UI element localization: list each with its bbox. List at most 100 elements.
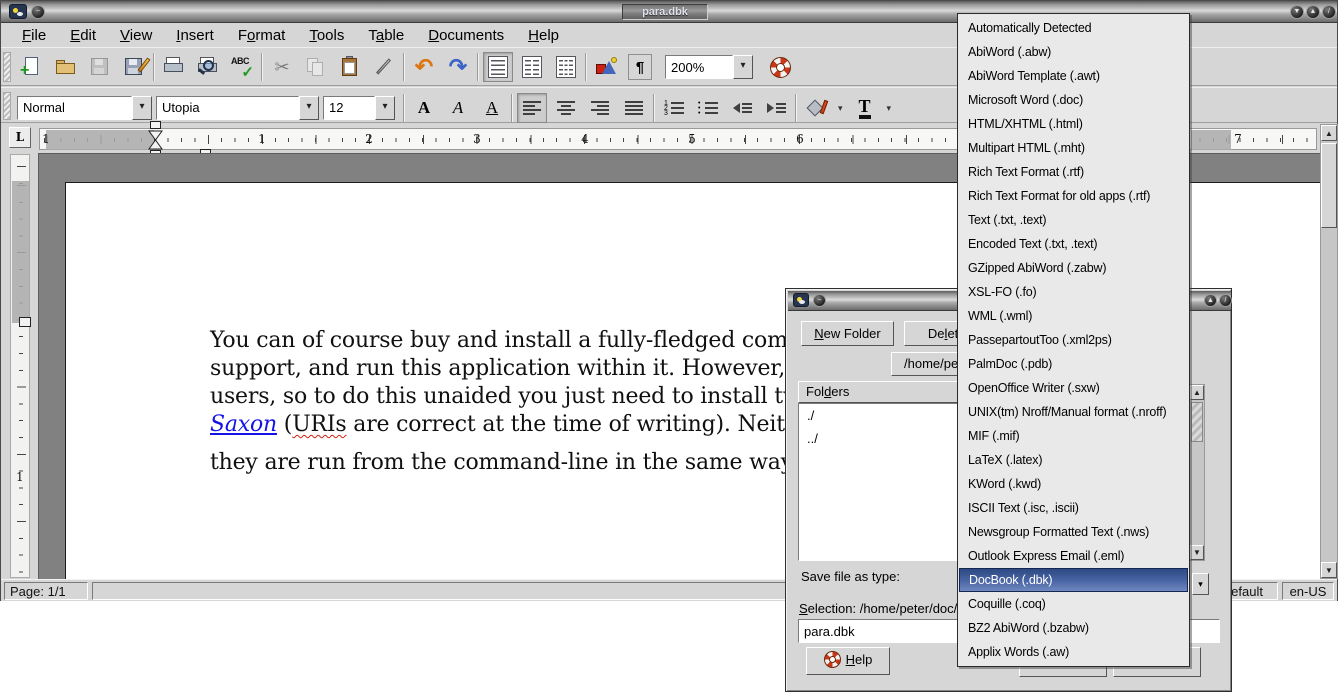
menu-item[interactable]: Insert [165, 25, 225, 46]
format-option[interactable]: Newsgroup Formatted Text (.nws) [959, 520, 1188, 544]
format-option[interactable]: PassepartoutToo (.xml2ps) [959, 328, 1188, 352]
view-three-columns-button[interactable] [551, 52, 581, 82]
scroll-down-icon[interactable]: ▼ [1321, 562, 1337, 578]
bold-button[interactable]: A [409, 93, 439, 123]
saxon-link[interactable]: Saxon [210, 412, 277, 437]
paste-button[interactable] [335, 52, 365, 82]
format-option[interactable]: OpenOffice Writer (.sxw) [959, 376, 1188, 400]
show-formatting-button[interactable]: ¶ [625, 52, 655, 82]
format-option[interactable]: Applix Words (.aw) [959, 640, 1188, 664]
align-justify-button[interactable] [619, 93, 649, 123]
save-as-button[interactable] [119, 52, 149, 82]
toolbar-drag-handle[interactable] [3, 92, 11, 120]
misspelled-word[interactable]: URIs [292, 412, 346, 437]
new-folder-button[interactable]: New Folder [801, 321, 894, 346]
format-option[interactable]: KWord (.kwd) [959, 472, 1188, 496]
pen-button[interactable] [369, 52, 399, 82]
format-option[interactable]: UNIX(tm) Nroff/Manual format (.nroff) [959, 400, 1188, 424]
underline-button[interactable]: A [477, 93, 507, 123]
menu-item[interactable]: Edit [59, 25, 107, 46]
tab-stop-selector[interactable]: L [9, 127, 31, 148]
menu-item[interactable]: Help [517, 25, 570, 46]
format-option[interactable]: Outlook Express Email (.eml) [959, 544, 1188, 568]
align-center-button[interactable] [551, 93, 581, 123]
format-option[interactable]: Automatically Detected [959, 16, 1188, 40]
font-size-dropdown-arrow-icon[interactable]: ▾ [375, 96, 395, 120]
format-option[interactable]: BZ2 AbiWord (.bzabw) [959, 616, 1188, 640]
format-option[interactable]: MIF (.mif) [959, 424, 1188, 448]
format-option[interactable]: Microsoft Word (.doc) [959, 88, 1188, 112]
toolbar-drag-handle[interactable] [3, 52, 11, 82]
format-option[interactable]: GZipped AbiWord (.zabw) [959, 256, 1188, 280]
menu-item[interactable]: Tools [298, 25, 355, 46]
format-option[interactable]: LaTeX (.latex) [959, 448, 1188, 472]
highlight-color-dropdown-icon[interactable]: ▾ [835, 103, 846, 114]
print-preview-button[interactable] [193, 52, 223, 82]
font-color-button[interactable]: T [850, 93, 880, 123]
format-option[interactable]: ISCII Text (.isc, .iscii) [959, 496, 1188, 520]
view-normal-button[interactable] [483, 52, 513, 82]
format-option[interactable]: AbiWord Template (.awt) [959, 64, 1188, 88]
numbered-list-button[interactable]: 123 [659, 93, 689, 123]
format-option[interactable]: WML (.wml) [959, 304, 1188, 328]
files-scroll-down-icon[interactable]: ▼ [1190, 545, 1204, 560]
align-left-button[interactable] [517, 93, 547, 123]
minimize-icon[interactable]: ▼ [1290, 5, 1304, 19]
zoom-combo[interactable]: ▾ [665, 55, 753, 79]
zoom-dropdown-arrow-icon[interactable]: ▾ [733, 55, 753, 79]
new-document-button[interactable]: + [17, 52, 47, 82]
font-dropdown-arrow-icon[interactable]: ▾ [299, 96, 319, 120]
files-scroll-up-icon[interactable]: ▲ [1190, 385, 1204, 400]
menu-item[interactable]: Documents [417, 25, 515, 46]
format-option[interactable]: XSL-FO (.fo) [959, 280, 1188, 304]
files-scrollbar-thumb[interactable] [1191, 402, 1203, 442]
menu-item[interactable]: View [109, 25, 163, 46]
format-option[interactable]: Rich Text Format for old apps (.rtf) [959, 184, 1188, 208]
menu-item[interactable]: Table [357, 25, 415, 46]
document-text-line[interactable]: You can of course buy and install a full… [210, 328, 808, 353]
format-option[interactable]: DocBook (.dbk) [959, 568, 1188, 592]
style-combo[interactable]: Normal ▾ [17, 96, 152, 120]
bullet-list-button[interactable]: ••• [693, 93, 723, 123]
align-right-button[interactable] [585, 93, 615, 123]
open-button[interactable] [51, 52, 81, 82]
language-indicator[interactable]: en-US [1282, 582, 1334, 600]
format-option[interactable]: HTML/XHTML (.html) [959, 112, 1188, 136]
increase-indent-button[interactable] [761, 93, 791, 123]
format-option[interactable]: Multipart HTML (.mht) [959, 136, 1188, 160]
help-button-toolbar[interactable] [765, 52, 795, 82]
format-option[interactable]: Text (.txt, .text) [959, 208, 1188, 232]
vertical-ruler[interactable]: 1 [10, 154, 30, 578]
insert-shapes-button[interactable] [591, 52, 621, 82]
format-option[interactable]: AbiWord (.abw) [959, 40, 1188, 64]
font-color-dropdown-icon[interactable]: ▾ [884, 103, 895, 114]
format-option[interactable]: PalmDoc (.pdb) [959, 352, 1188, 376]
document-text-line[interactable]: Saxon (URIs are correct at the time of w… [210, 412, 822, 437]
document-text-line[interactable]: users, so to do this unaided you just ne… [210, 384, 815, 409]
vertical-scrollbar[interactable]: ▲ ▼ [1320, 124, 1338, 579]
highlight-color-button[interactable] [801, 93, 831, 123]
view-two-columns-button[interactable] [517, 52, 547, 82]
files-scrollbar[interactable]: ▲ ▼ [1189, 384, 1205, 561]
close-icon[interactable]: / [1322, 5, 1336, 19]
italic-button[interactable]: A [443, 93, 473, 123]
spellcheck-button[interactable]: ABC✓ [227, 52, 257, 82]
document-text-line[interactable]: support, and run this application within… [210, 356, 800, 381]
print-button[interactable] [159, 52, 189, 82]
dialog-maximize-icon[interactable]: ▲ [1204, 294, 1217, 307]
maximize-icon[interactable]: ▲ [1306, 5, 1320, 19]
undo-button[interactable]: ↶ [409, 52, 439, 82]
scrollbar-thumb[interactable] [1321, 143, 1337, 228]
decrease-indent-button[interactable] [727, 93, 757, 123]
format-option[interactable]: Rich Text Format (.rtf) [959, 160, 1188, 184]
style-dropdown-arrow-icon[interactable]: ▾ [132, 96, 152, 120]
font-combo[interactable]: Utopia ▾ [156, 96, 319, 120]
format-option[interactable]: Encoded Text (.txt, .text) [959, 232, 1188, 256]
format-combo-arrow-icon[interactable]: ▾ [1192, 573, 1209, 595]
menu-item[interactable]: File [11, 25, 57, 46]
format-option[interactable]: Coquille (.coq) [959, 592, 1188, 616]
dialog-menu-icon[interactable]: − [813, 294, 826, 307]
menu-item[interactable]: Format [227, 25, 297, 46]
document-text-line[interactable]: they are run from the command-line in th… [210, 450, 793, 475]
font-size-combo[interactable]: 12 ▾ [323, 96, 395, 120]
